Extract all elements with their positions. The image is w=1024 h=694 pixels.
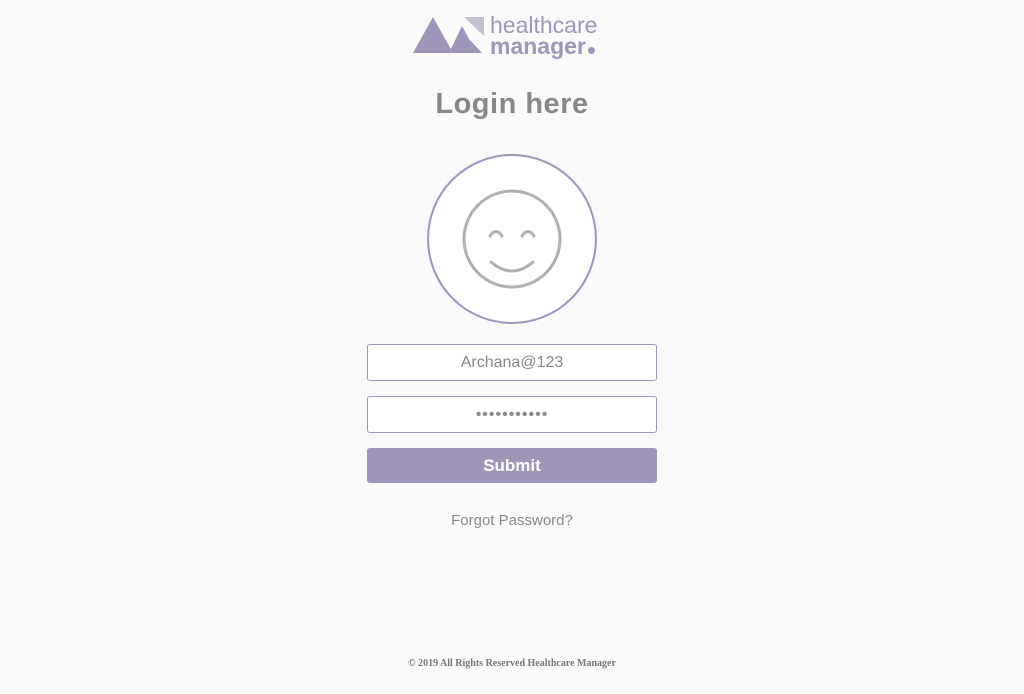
brand-wordmark: healthcare manager <box>490 14 597 58</box>
page-title: Login here <box>435 88 589 120</box>
avatar <box>427 154 597 324</box>
footer-copyright: © 2019 All Rights Reserved Healthcare Ma… <box>408 658 616 669</box>
submit-button[interactable]: Submit <box>367 448 657 483</box>
username-input[interactable] <box>367 344 657 381</box>
brand-line2: manager <box>490 35 597 58</box>
forgot-password-link[interactable]: Forgot Password? <box>0 512 1024 529</box>
brand-logo: healthcare manager <box>412 14 616 60</box>
brand-dot <box>587 47 595 54</box>
brand-line2-text: manager <box>490 33 586 59</box>
smiley-face-icon <box>462 189 562 289</box>
password-input[interactable] <box>367 396 657 433</box>
mountain-peaks-logo-icon <box>413 17 484 53</box>
